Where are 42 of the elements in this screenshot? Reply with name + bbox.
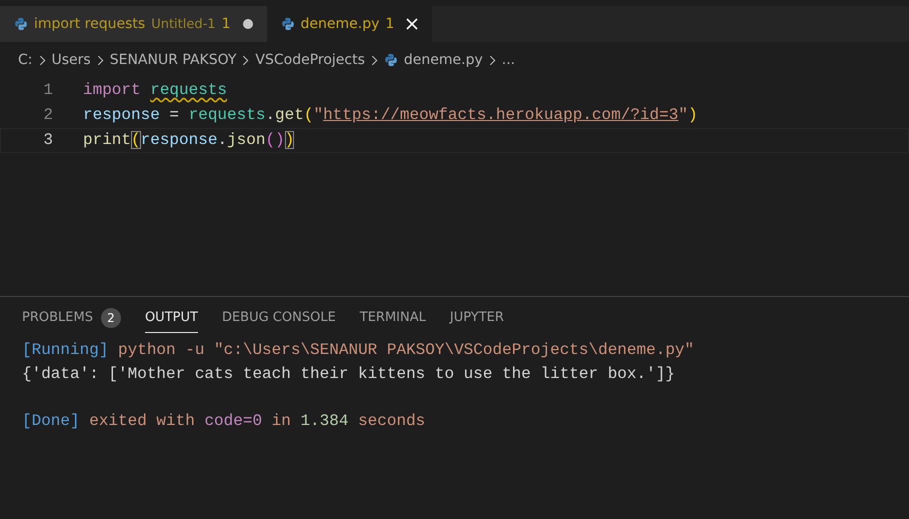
panel-tab[interactable]: PROBLEMS 2	[22, 304, 121, 332]
chevron-icon	[38, 54, 46, 66]
line-number: 3	[42, 130, 54, 151]
line-number: 1	[42, 80, 54, 101]
panel-tab-label: DEBUG CONSOLE	[222, 310, 336, 325]
breadcrumb-item[interactable]: deneme.py	[404, 52, 483, 68]
code-line: response = requests.get("https://meowfacts.herokuapp.com/?id=3")	[83, 105, 698, 126]
panel-tab-label: PROBLEMS	[22, 310, 93, 325]
chevron-icon	[96, 54, 104, 66]
problem-count: 1	[385, 16, 394, 32]
panel-tab[interactable]: TERMINAL	[360, 304, 426, 332]
editor-tab[interactable]: deneme.py 1	[266, 6, 432, 42]
breadcrumb-item[interactable]: SENANUR PAKSOY	[110, 52, 236, 68]
breadcrumb-item[interactable]: C:	[18, 52, 32, 68]
output-line: {'data': ['Mother cats teach their kittens to use the litter box.']}	[22, 364, 675, 382]
python-file-icon	[384, 53, 398, 67]
panel-tab[interactable]: DEBUG CONSOLE	[222, 304, 336, 332]
panel-tab[interactable]: JUPYTER	[450, 304, 504, 332]
problem-count: 1	[222, 16, 230, 32]
tab-filename: deneme.py	[300, 16, 380, 32]
editor-tab[interactable]: import requests Untitled-1 1	[0, 6, 266, 42]
tab-description: Untitled-1	[151, 16, 216, 32]
breadcrumb-item[interactable]: ...	[502, 52, 516, 68]
python-file-icon	[14, 17, 28, 31]
python-file-icon	[280, 17, 294, 31]
panel-tab-label: TERMINAL	[360, 310, 426, 325]
output-line: [Done] exited with code=0 in 1.384 seconds	[22, 412, 426, 430]
chevron-icon	[242, 54, 250, 66]
code-line: import requests	[83, 80, 228, 101]
chevron-icon	[488, 54, 496, 66]
line-number: 2	[42, 105, 54, 126]
breadcrumb-item[interactable]: VSCodeProjects	[255, 52, 365, 68]
chevron-icon	[370, 54, 378, 66]
panel-tab-label: OUTPUT	[144, 310, 198, 325]
code-line: print(response.json())	[83, 130, 294, 151]
output-line: [Running] python -u "c:\Users\SENANUR PAKSOY\VSCodeProjects\deneme.py"	[22, 341, 694, 359]
panel-tab-label: JUPYTER	[450, 310, 504, 325]
count-badge: 2	[100, 308, 121, 328]
panel-tab[interactable]: OUTPUT	[144, 304, 198, 332]
close-icon[interactable]	[406, 18, 418, 30]
breadcrumb-item[interactable]: Users	[52, 52, 91, 68]
tab-filename: import requests	[34, 16, 146, 32]
